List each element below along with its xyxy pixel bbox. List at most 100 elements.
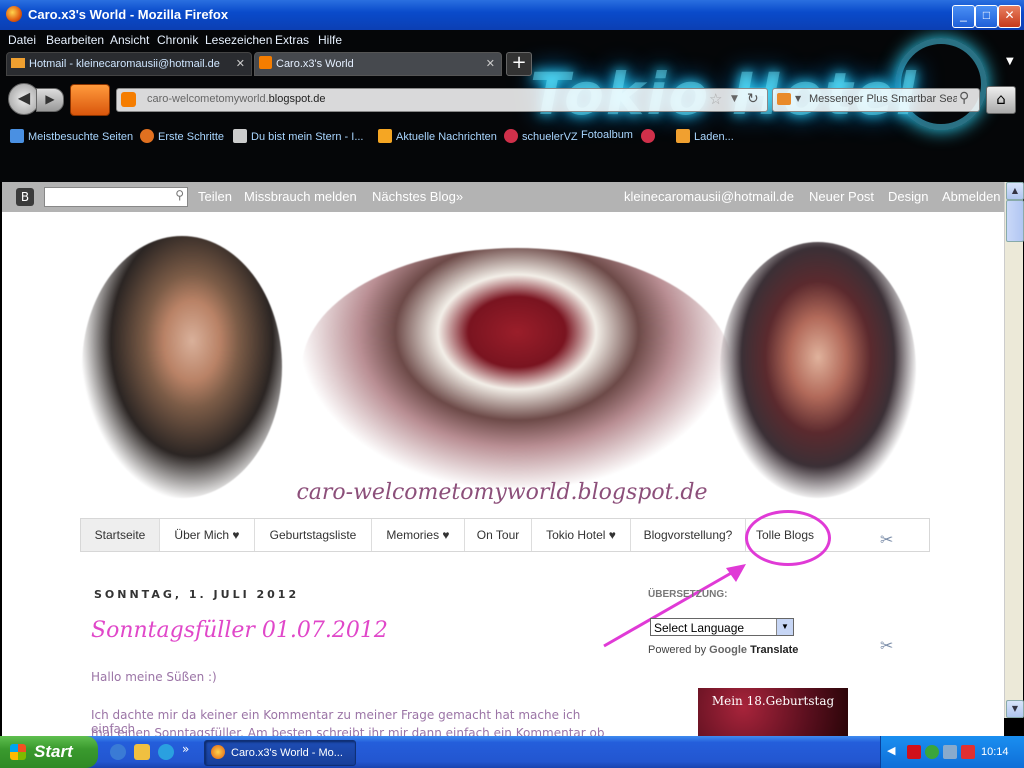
header-photo-left bbox=[82, 236, 282, 498]
bookmark-folder-icon bbox=[10, 129, 24, 143]
volume-icon[interactable] bbox=[943, 745, 957, 759]
url-dropdown-icon[interactable]: ▼ bbox=[731, 94, 738, 104]
rss-icon bbox=[378, 129, 392, 143]
sidebar-title: ÜBERSETZUNG: bbox=[648, 589, 728, 600]
scroll-down-icon[interactable]: ▼ bbox=[1006, 700, 1024, 718]
navbar-neuer-post[interactable]: Neuer Post bbox=[809, 189, 874, 204]
security-icon[interactable] bbox=[961, 745, 975, 759]
url-bar[interactable]: caro-welcometomyworld.blogspot.de ☆ ▼ ↻ bbox=[116, 88, 768, 112]
bookmark-aktuelle-nachrichten[interactable]: Aktuelle Nachrichten bbox=[378, 129, 497, 143]
close-tab-icon[interactable]: ✕ bbox=[236, 53, 245, 75]
ati-icon[interactable] bbox=[907, 745, 921, 759]
magnifier-icon[interactable]: ⚲ bbox=[959, 90, 969, 106]
blog-search-input[interactable]: ⚲ bbox=[44, 187, 188, 207]
navbar-naechstes-blog[interactable]: Nächstes Blog» bbox=[372, 189, 463, 204]
header-blog-url: caro-welcometomyworld.blogspot.de bbox=[296, 480, 708, 505]
language-select[interactable]: Select Language ▼ bbox=[650, 618, 794, 636]
ie-icon[interactable] bbox=[110, 744, 126, 760]
page-icon bbox=[233, 129, 247, 143]
birthday-banner[interactable]: Mein 18.Geburtstag bbox=[698, 688, 848, 736]
blog-tab-blogvorstellung[interactable]: Blogvorstellung? bbox=[631, 519, 746, 551]
system-tray: ◀ 10:14 bbox=[880, 736, 1024, 768]
search-bar[interactable]: ▼ Messenger Plus Smartbar Search ⚲ bbox=[772, 88, 980, 112]
bookmark-schuelervz[interactable]: schuelerVZ bbox=[504, 129, 578, 143]
scroll-thumb[interactable] bbox=[1006, 200, 1024, 242]
skype-icon[interactable] bbox=[158, 744, 174, 760]
blog-tab-tokio-hotel[interactable]: Tokio Hotel ♥ bbox=[532, 519, 631, 551]
tab-hotmail[interactable]: Hotmail - kleinecaromausii@hotmail.de ✕ bbox=[6, 52, 252, 76]
search-engine-dropdown-icon[interactable]: ▼ bbox=[795, 94, 801, 103]
minimize-button[interactable]: _ bbox=[952, 5, 975, 28]
tab-caro-world[interactable]: Caro.x3's World ✕ bbox=[254, 52, 502, 76]
start-button[interactable]: Start bbox=[0, 736, 98, 768]
close-tab-icon[interactable]: ✕ bbox=[486, 53, 495, 75]
windows-taskbar: Start » Caro.x3's World - Mo... ◀ 10:14 bbox=[0, 736, 1024, 768]
blog-page: caro-welcometomyworld.blogspot.de Starts… bbox=[2, 212, 1004, 736]
clock: 10:14 bbox=[981, 746, 1009, 758]
schuelervz-icon bbox=[504, 129, 518, 143]
messenger-icon[interactable] bbox=[134, 744, 150, 760]
blog-tab-ueber-mich[interactable]: Über Mich ♥ bbox=[160, 519, 255, 551]
navbar-teilen[interactable]: Teilen bbox=[198, 189, 232, 204]
window-title: Caro.x3's World - Mozilla Firefox bbox=[28, 7, 229, 22]
menu-ansicht[interactable]: Ansicht bbox=[110, 33, 149, 47]
blogger-icon bbox=[259, 56, 272, 69]
taskbar-item-firefox[interactable]: Caro.x3's World - Mo... bbox=[204, 740, 356, 766]
start-label: Start bbox=[34, 742, 73, 761]
network-icon[interactable] bbox=[925, 745, 939, 759]
tab-list-icon[interactable]: ▼ bbox=[1006, 56, 1014, 67]
reload-icon[interactable]: ↻ bbox=[747, 91, 759, 107]
firefox-icon bbox=[211, 745, 225, 759]
edit-tools-icon[interactable]: ✂ bbox=[880, 530, 893, 549]
header-photo-cupcake bbox=[302, 248, 732, 488]
maximize-button[interactable]: □ bbox=[975, 5, 998, 28]
menu-extras[interactable]: Extras bbox=[275, 33, 309, 47]
tray-expand-icon[interactable]: ◀ bbox=[887, 744, 895, 757]
blogger-logo-icon[interactable]: B bbox=[16, 188, 34, 206]
new-tab-button[interactable]: + bbox=[506, 52, 532, 76]
bookmark-fotoalbum[interactable]: Fotoalbum bbox=[581, 129, 633, 141]
schuelervz-icon bbox=[641, 129, 655, 143]
navbar-missbrauch-melden[interactable]: Missbrauch melden bbox=[244, 189, 357, 204]
navbar-abmelden[interactable]: Abmelden bbox=[942, 189, 1001, 204]
mail-icon bbox=[11, 58, 25, 68]
edit-tools-icon[interactable]: ✂ bbox=[880, 636, 893, 655]
menu-bearbeiten[interactable]: Bearbeiten bbox=[46, 33, 104, 47]
blog-tab-on-tour[interactable]: On Tour bbox=[465, 519, 532, 551]
blog-tab-startseite[interactable]: Startseite bbox=[81, 519, 160, 551]
quicklaunch-more-icon[interactable]: » bbox=[182, 742, 189, 756]
post-text-line: mal einen Sonntagsfüller. Am besten schr… bbox=[91, 726, 605, 736]
bookmark-extra-icon[interactable] bbox=[641, 129, 659, 143]
forward-button[interactable]: ▶ bbox=[36, 88, 64, 112]
bookmark-meistbesuchte[interactable]: Meistbesuchte Seiten bbox=[10, 129, 133, 143]
search-engine-icon[interactable] bbox=[777, 93, 791, 105]
search-icon[interactable]: ⚲ bbox=[175, 188, 184, 202]
menu-chronik[interactable]: Chronik bbox=[157, 33, 198, 47]
windows-logo-icon bbox=[10, 744, 26, 760]
post-title[interactable]: Sonntagsfüller 01.07.2012 bbox=[91, 618, 388, 643]
menu-lesezeichen[interactable]: Lesezeichen bbox=[205, 33, 272, 47]
tab-caro-label: Caro.x3's World bbox=[276, 58, 354, 70]
chevron-down-icon[interactable]: ▼ bbox=[776, 619, 793, 635]
url-text[interactable]: caro-welcometomyworld.blogspot.de bbox=[147, 93, 326, 105]
firefox-icon bbox=[140, 129, 154, 143]
blog-tab-memories[interactable]: Memories ♥ bbox=[372, 519, 465, 551]
navbar-design[interactable]: Design bbox=[888, 189, 928, 204]
search-placeholder: Messenger Plus Smartbar Search bbox=[809, 93, 957, 105]
blog-tab-geburtstagsliste[interactable]: Geburtstagsliste bbox=[255, 519, 372, 551]
firefox-menu-button[interactable] bbox=[70, 84, 110, 116]
bookmark-laden[interactable]: Laden... bbox=[676, 129, 734, 143]
powered-by-google-translate[interactable]: Powered by Google Translate bbox=[648, 644, 798, 656]
vertical-scrollbar[interactable]: ▲ ▼ bbox=[1004, 182, 1024, 718]
menu-hilfe[interactable]: Hilfe bbox=[318, 33, 342, 47]
bookmark-star-icon[interactable]: ☆ bbox=[709, 90, 722, 108]
home-button[interactable]: ⌂ bbox=[986, 86, 1016, 114]
window-title-bar[interactable]: Caro.x3's World - Mozilla Firefox _ □ ✕ bbox=[0, 0, 1024, 30]
post-text-line: Hallo meine Süßen :) bbox=[91, 670, 217, 684]
close-button[interactable]: ✕ bbox=[998, 5, 1021, 28]
bookmark-du-bist-mein-stern[interactable]: Du bist mein Stern - I... bbox=[233, 129, 363, 143]
scroll-up-icon[interactable]: ▲ bbox=[1006, 182, 1024, 200]
bookmark-erste-schritte[interactable]: Erste Schritte bbox=[140, 129, 224, 143]
site-favicon bbox=[121, 92, 136, 107]
menu-datei[interactable]: Datei bbox=[8, 33, 36, 47]
